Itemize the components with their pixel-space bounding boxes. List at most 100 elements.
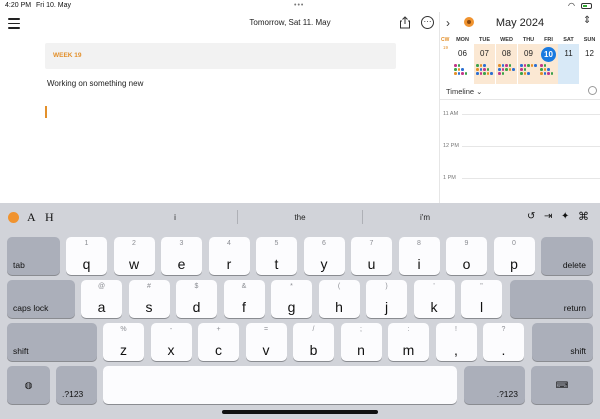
day-cell[interactable]: 12: [579, 44, 600, 84]
shift-right-key-label: shift: [570, 346, 586, 356]
globe-key[interactable]: ◍: [7, 366, 50, 404]
app-logo-icon[interactable]: [8, 212, 19, 223]
key-h[interactable]: (h: [318, 280, 360, 318]
calendar-month-title[interactable]: May 2024: [480, 17, 560, 29]
event-dot: [520, 72, 523, 75]
key-main-label: c: [215, 342, 222, 358]
multitasking-dots-icon[interactable]: •••: [294, 2, 304, 9]
key-y[interactable]: 6y: [303, 237, 345, 275]
heading-icon[interactable]: H: [45, 210, 54, 225]
suggestion-1[interactable]: i: [120, 213, 230, 222]
note-text[interactable]: Working on something new: [47, 79, 143, 88]
key-,[interactable]: !,: [435, 323, 477, 361]
key-alt-label: !: [455, 326, 457, 333]
caps-lock-key[interactable]: caps lock: [7, 280, 75, 318]
numbers-left-key[interactable]: .?123: [56, 366, 97, 404]
key-j[interactable]: ) j: [366, 280, 407, 318]
share-icon[interactable]: [399, 16, 411, 29]
event-dot: [540, 72, 543, 75]
key-q[interactable]: 1q: [66, 237, 107, 275]
key-alt-label: 9: [464, 240, 469, 247]
suggestion-3[interactable]: i'm: [370, 213, 480, 222]
sparkle-icon[interactable]: ✦: [561, 211, 569, 222]
globe-icon: ◍: [24, 379, 33, 390]
key-main-label: v: [262, 342, 270, 358]
key-b[interactable]: / b: [293, 323, 334, 361]
hide-keyboard-key[interactable]: ⌨: [531, 366, 593, 404]
menu-icon[interactable]: [8, 18, 20, 29]
day-cell[interactable]: 07: [474, 44, 495, 84]
key-alt-label: (: [337, 283, 341, 290]
event-dot: [523, 68, 526, 71]
key-f[interactable]: & f: [223, 280, 265, 318]
event-dot: [543, 68, 546, 71]
key-alt-label: @: [97, 283, 106, 290]
event-dot: [457, 72, 460, 75]
chevron-down-icon: ⌄: [476, 87, 483, 96]
shift-right-key[interactable]: shift: [532, 323, 593, 361]
day-cell[interactable]: 10: [538, 44, 559, 84]
key-c[interactable]: + c: [198, 323, 239, 361]
time-label: 1 PM: [443, 175, 456, 181]
key-p[interactable]: 0p: [493, 237, 535, 275]
day-cell[interactable]: 08: [496, 44, 517, 84]
key-main-label: b: [309, 342, 318, 358]
key-n[interactable]: ; n: [340, 323, 382, 361]
key-o[interactable]: 9o: [446, 237, 487, 275]
gear-icon[interactable]: [588, 86, 597, 95]
return-key[interactable]: return: [510, 280, 593, 318]
record-icon[interactable]: [464, 17, 474, 27]
text-format-icon[interactable]: A: [27, 210, 36, 225]
command-icon[interactable]: ⌘: [578, 210, 589, 223]
key-e[interactable]: 3e: [161, 237, 202, 275]
event-dot: [534, 64, 537, 67]
day-cell[interactable]: 09: [518, 44, 539, 84]
key-alt-label: 8: [417, 240, 421, 247]
key-m[interactable]: :m: [388, 323, 429, 361]
key-x[interactable]: -x: [150, 323, 192, 361]
event-dot: [486, 72, 489, 75]
collapse-arrows-icon[interactable]: ⇕: [583, 15, 591, 26]
numbers-right-key[interactable]: .?123: [464, 366, 525, 404]
key-alt-label: 3: [179, 240, 184, 247]
key-z[interactable]: % z: [103, 323, 144, 361]
key-u[interactable]: 7u: [351, 237, 392, 275]
key-v[interactable]: = v: [245, 323, 287, 361]
day-header: SUN: [583, 37, 596, 43]
suggestion-2[interactable]: the: [245, 213, 355, 222]
tab-forward-icon[interactable]: ⇥: [544, 211, 552, 222]
day-cell[interactable]: 06: [452, 44, 473, 84]
key-r[interactable]: 4r: [208, 237, 250, 275]
key-l[interactable]: " l: [461, 280, 502, 318]
numbers-right-key-label: .?123: [496, 389, 518, 399]
key-s[interactable]: # s: [128, 280, 170, 318]
delete-key[interactable]: delete: [541, 237, 593, 275]
shift-left-key[interactable]: shift: [7, 323, 97, 361]
key-d[interactable]: $ d: [176, 280, 217, 318]
key-.[interactable]: ?.: [483, 323, 524, 361]
timeline-separator: [440, 99, 600, 100]
tab-key[interactable]: tab: [7, 237, 60, 275]
key-t[interactable]: 5t: [256, 237, 297, 275]
event-dot: [483, 68, 486, 71]
key-k[interactable]: ' k: [413, 280, 455, 318]
undo-icon[interactable]: ↺: [527, 211, 535, 222]
day-number: 09: [524, 49, 533, 58]
key-main-label: k: [430, 299, 438, 315]
time-gridline: [462, 114, 600, 115]
event-dot: [476, 72, 479, 75]
key-a[interactable]: @ a: [81, 280, 122, 318]
more-options-icon[interactable]: ···: [421, 16, 434, 29]
key-alt-label: *: [290, 283, 293, 290]
day-number: 07: [480, 49, 489, 58]
timeline-selector[interactable]: Timeline ⌄: [446, 87, 482, 96]
space-key[interactable]: [103, 366, 457, 404]
key-i[interactable]: 8i: [398, 237, 440, 275]
key-alt-label: #: [147, 283, 151, 290]
key-w[interactable]: 2w: [113, 237, 155, 275]
key-g[interactable]: * g: [271, 280, 312, 318]
status-bar: 4:20 PM Fri 10. May ••• ◠: [0, 0, 600, 12]
chevron-right-icon[interactable]: ›: [446, 16, 450, 30]
event-dot: [479, 68, 482, 71]
day-cell[interactable]: 11: [558, 44, 579, 84]
